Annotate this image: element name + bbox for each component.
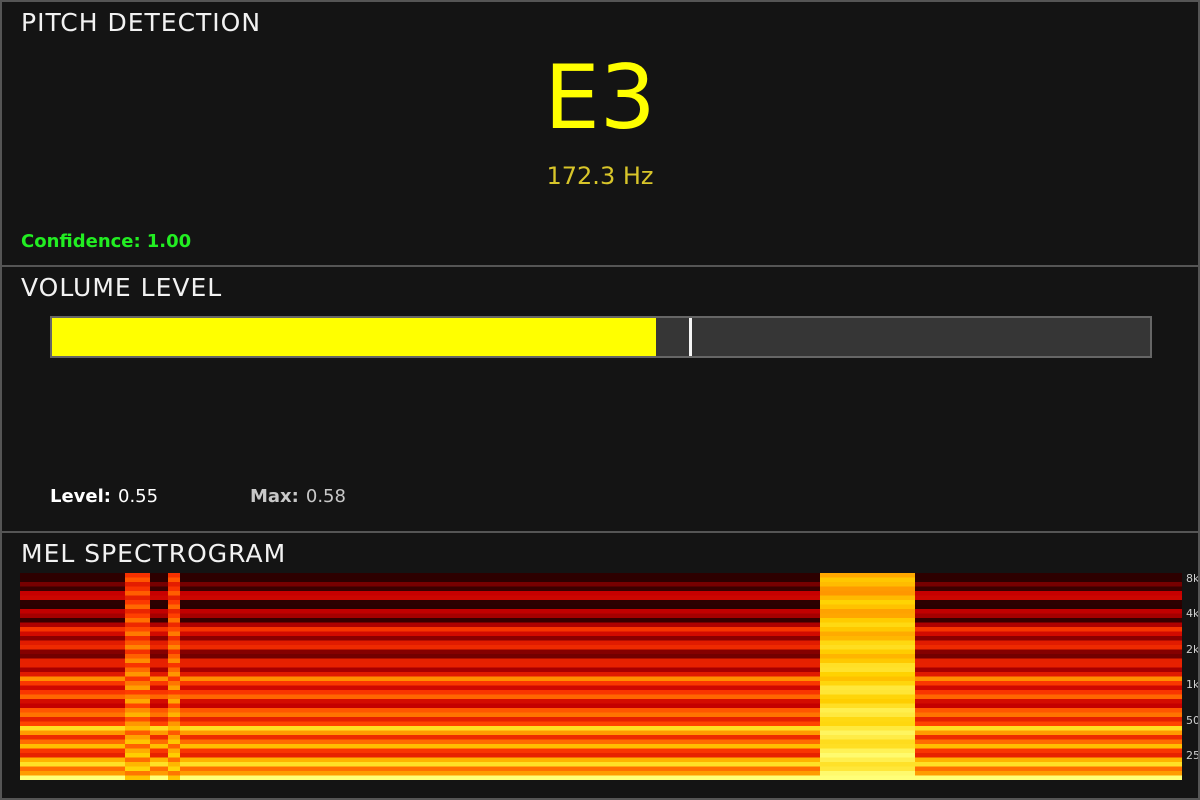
detected-note: E3: [544, 46, 656, 149]
spectrogram-image: [20, 573, 1182, 780]
spectrogram-segment: [820, 573, 915, 780]
max-readout: Max: 0.58: [250, 486, 346, 507]
level-label: Level:: [50, 486, 111, 507]
frequency-label: 2k: [1186, 643, 1198, 656]
detected-frequency: 172.3 Hz: [546, 162, 654, 190]
mel-spectrogram-panel: MEL SPECTROGRAM 8k 4k 2k 1k 500 250: [0, 531, 1200, 800]
spectrogram-segment: [180, 573, 820, 780]
confidence-readout: Confidence: 1.00: [21, 231, 191, 252]
frequency-label: 1k: [1186, 678, 1198, 691]
level-readout: Level: 0.55: [50, 486, 158, 507]
spectrogram-view: [20, 573, 1182, 780]
volume-max-marker: [689, 318, 692, 356]
frequency-label: 4k: [1186, 607, 1198, 620]
spectrogram-segment: [125, 573, 150, 780]
spectrogram-segment: [150, 573, 168, 780]
confidence-value: 1.00: [146, 231, 192, 252]
volume-meter: [50, 316, 1152, 358]
confidence-label: Confidence:: [21, 231, 141, 252]
volume-level-panel: VOLUME LEVEL Level: 0.55 Max: 0.58: [0, 265, 1200, 533]
spectrogram-segment: [168, 573, 180, 780]
frequency-axis-labels: 8k 4k 2k 1k 500 250: [1186, 573, 1198, 780]
level-value: 0.55: [118, 486, 159, 507]
pitch-detection-panel: PITCH DETECTION E3 172.3 Hz Confidence: 1…: [0, 0, 1200, 267]
frequency-label: 500: [1186, 714, 1198, 727]
volume-meter-fill: [52, 318, 656, 356]
frequency-label: 250: [1186, 749, 1198, 762]
frequency-label: 8k: [1186, 573, 1198, 585]
volume-panel-title: VOLUME LEVEL: [21, 273, 223, 302]
spectrogram-segment: [20, 573, 125, 780]
max-label: Max:: [250, 486, 299, 507]
pitch-panel-title: PITCH DETECTION: [21, 8, 262, 37]
spectrogram-panel-title: MEL SPECTROGRAM: [21, 539, 287, 568]
max-value: 0.58: [305, 486, 346, 507]
spectrogram-segment: [915, 573, 1182, 780]
